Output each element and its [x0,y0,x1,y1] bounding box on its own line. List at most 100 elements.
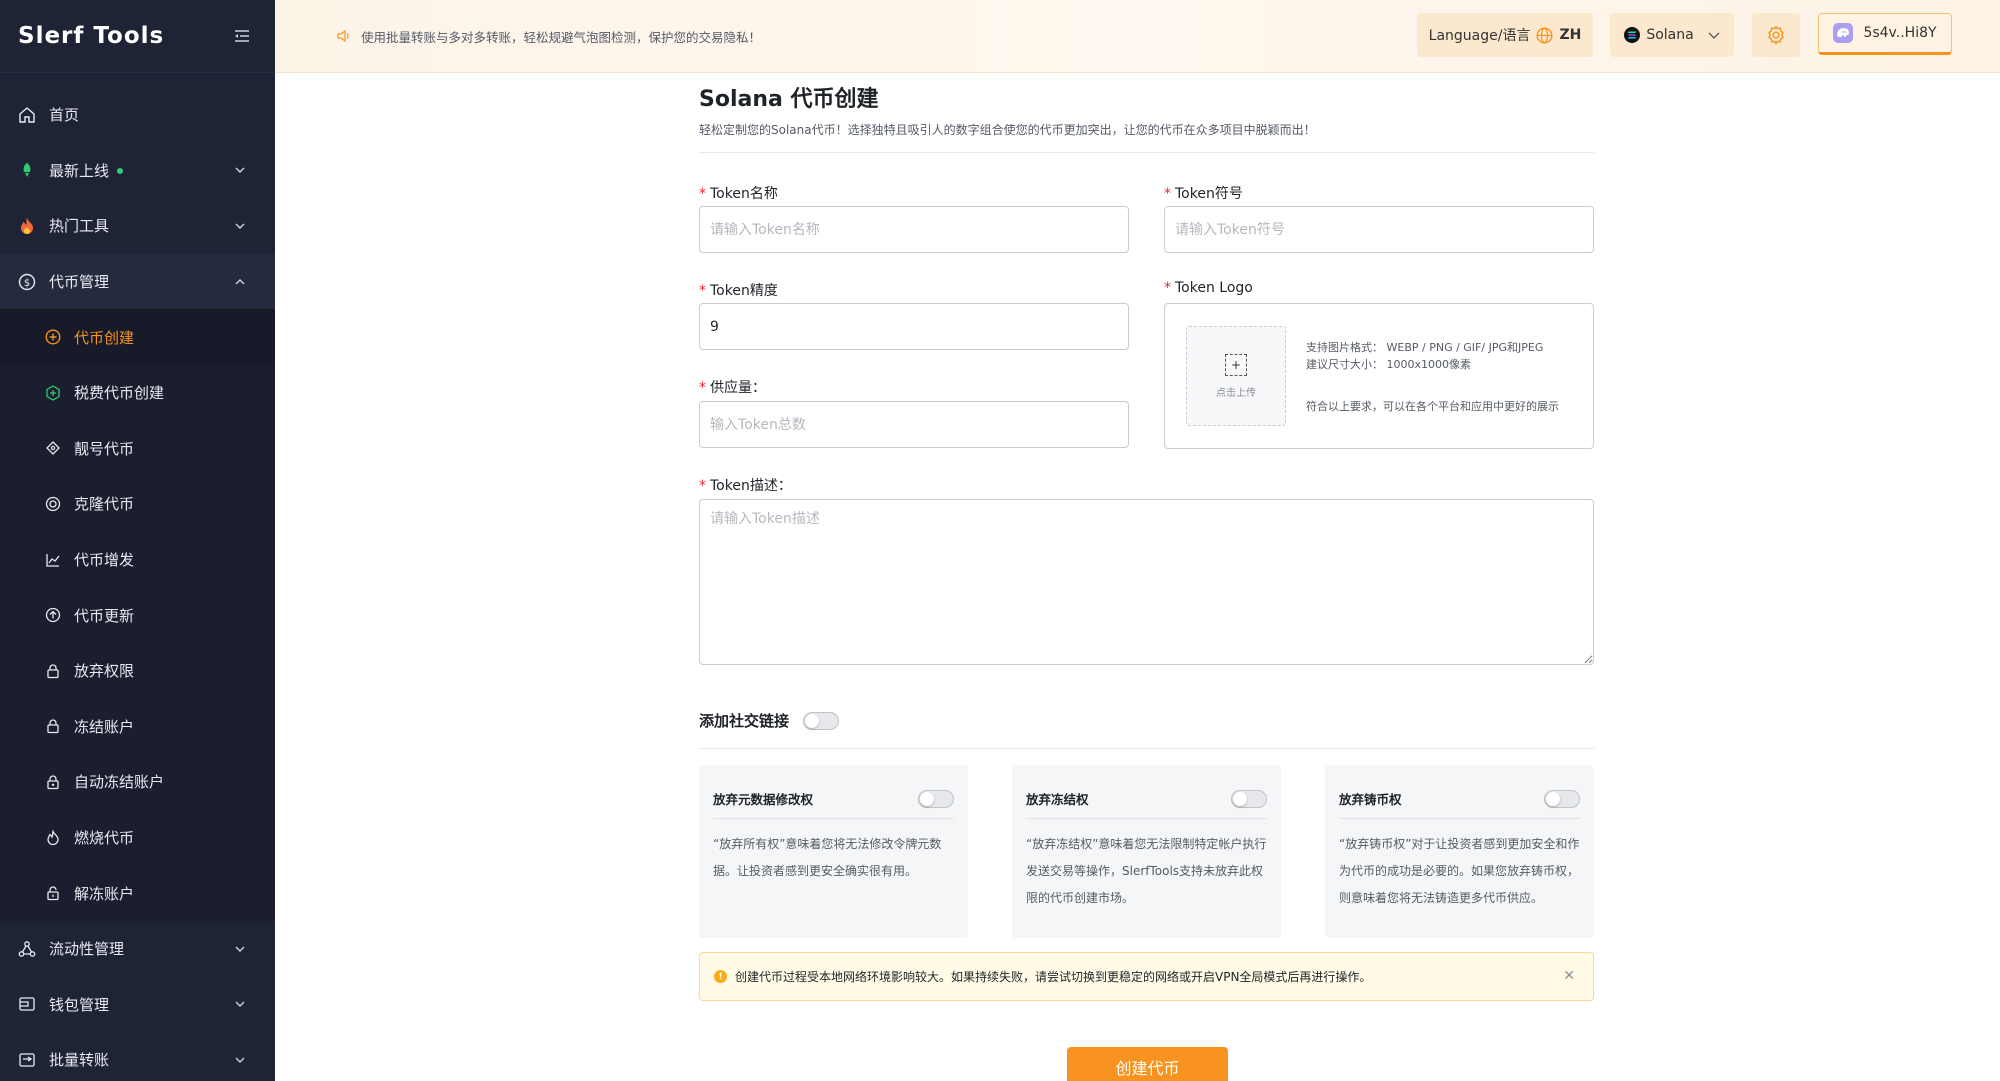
social-links-title: 添加社交链接 [699,712,790,730]
sidebar-item-tax-token-create[interactable]: 税费代币创建 [0,365,275,421]
required-mark: * [1164,186,1171,202]
sidebar-item-label: 放弃权限 [74,662,135,681]
toggle-knob [920,791,934,806]
revoke-metadata-toggle[interactable] [918,789,954,808]
chain-label: Solana [1646,27,1694,43]
social-links-toggle[interactable] [803,711,840,730]
chevron-down-icon [233,997,247,1011]
sidebar-nav: 首页 最新上线 热门工具 $ 代币管理 代币创建 税费代币创建 靓号代币 克隆代… [0,73,275,1081]
sidebar-item-label: 燃烧代币 [74,829,135,848]
chevron-down-icon [233,163,247,177]
card-description: “放弃所有权”意味着您将无法修改令牌元数据。让投资者感到更安全确实很有用。 [713,837,942,878]
wallet-address: 5s4v..Hi8Y [1863,25,1937,41]
wallet-button[interactable]: 5s4v..Hi8Y [1818,13,1952,55]
app-logo[interactable]: Slerf Tools [18,23,164,49]
card-header: 放弃铸币权 [1339,779,1580,819]
sidebar-item-token-update[interactable]: 代币更新 [0,587,275,643]
sidebar-item-auto-freeze-account[interactable]: 自动冻结账户 [0,754,275,810]
sidebar-item-batch-transfer[interactable]: 批量转账 [0,1032,275,1081]
sidebar-item-label: 克隆代币 [74,495,135,514]
card-header: 放弃冻结权 [1026,779,1267,819]
sidebar-item-label: 代币创建 [74,328,135,347]
home-icon [17,105,37,125]
token-symbol-input[interactable] [1164,206,1594,253]
toggle-knob [805,713,820,728]
sidebar-item-label: 冻结账户 [74,717,135,736]
revoke-mint-toggle[interactable] [1544,789,1580,808]
sidebar-item-label: 热门工具 [49,217,110,236]
sidebar-item-freeze-account[interactable]: 冻结账户 [0,699,275,755]
sidebar-item-vanity-token[interactable]: 靓号代币 [0,421,275,477]
card-title: 放弃元数据修改权 [713,792,814,807]
sidebar-item-wallet[interactable]: 钱包管理 [0,977,275,1033]
flame-icon [44,829,62,847]
token-name-input[interactable] [699,206,1129,253]
language-label: Language/语言 [1428,28,1531,44]
token-symbol-label: * Token符号 [1164,186,1243,202]
top-header: 使用批量转账与多对多转账，轻松规避气泡图检测，保护您的交易隐私！ Languag… [275,0,2000,73]
sidebar-item-token-management[interactable]: $ 代币管理 [0,253,275,310]
diamond-icon [44,439,62,457]
token-management-submenu: 代币创建 税费代币创建 靓号代币 克隆代币 代币增发 代币更新 放弃权限 冻结账… [0,309,275,921]
sidebar-item-clone-token[interactable]: 克隆代币 [0,476,275,532]
close-icon[interactable]: ✕ [1563,968,1575,984]
coin-icon: $ [17,272,37,292]
sidebar-item-revoke-authority[interactable]: 放弃权限 [0,643,275,699]
chevron-down-icon [233,219,247,233]
required-mark: * [699,380,706,396]
sidebar-item-new[interactable]: 最新上线 [0,143,275,199]
lock-icon [44,662,62,680]
token-decimals-label: * Token精度 [699,283,778,299]
settings-button[interactable] [1752,13,1800,57]
revoke-mint-card: 放弃铸币权 “放弃铸币权”对于让投资者感到更加安全和作为代币的成功是必要的。如果… [1325,765,1594,938]
card-header: 放弃元数据修改权 [713,779,954,819]
upload-label: 点击上传 [1216,387,1256,399]
toggle-knob [1546,791,1560,806]
sidebar-item-label: 流动性管理 [49,940,125,959]
revoke-metadata-card: 放弃元数据修改权 “放弃所有权”意味着您将无法修改令牌元数据。让投资者感到更安全… [699,765,968,938]
page-subtitle: 轻松定制您的Solana代币！选择独特且吸引人的数字组合使您的代币更加突出，让您… [699,121,1594,153]
alert-text: 创建代币过程受本地网络环境影响较大。如果持续失败，请尝试切换到更稳定的网络或开启… [735,970,1372,984]
sidebar-item-label: 代币管理 [49,273,110,292]
sidebar-item-unfreeze-account[interactable]: 解冻账户 [0,865,275,921]
sidebar-item-burn-token[interactable]: 燃烧代币 [0,810,275,866]
language-code: ZH [1559,27,1582,43]
notice-text: 使用批量转账与多对多转账，轻松规避气泡图检测，保护您的交易隐私！ [361,29,762,45]
token-description-input[interactable] [699,499,1594,665]
brand-bar: Slerf Tools [0,0,275,73]
sidebar-item-hot-tools[interactable]: 热门工具 [0,198,275,254]
token-decimals-input[interactable] [699,303,1129,350]
token-description-label: * Token描述： [699,478,792,494]
speaker-icon [337,30,351,42]
phantom-wallet-icon [1833,23,1854,43]
transfer-icon [17,1050,37,1070]
sidebar-item-token-create[interactable]: 代币创建 [0,309,275,365]
language-button[interactable]: Language/语言 ZH [1417,13,1593,57]
chart-up-icon [44,551,62,569]
token-supply-input[interactable] [699,401,1129,448]
lock-icon [44,717,62,735]
sidebar-item-home[interactable]: 首页 [0,87,275,143]
card-description: “放弃铸币权”对于让投资者感到更加安全和作为代币的成功是必要的。如果您放弃铸币权… [1339,837,1580,905]
sidebar-item-label: 钱包管理 [49,995,110,1014]
chain-select[interactable]: Solana [1610,13,1734,57]
sidebar-item-liquidity[interactable]: 流动性管理 [0,921,275,977]
required-mark: * [699,186,706,202]
card-title: 放弃冻结权 [1026,792,1089,807]
sidebar-item-label: 靓号代币 [74,439,135,458]
card-title: 放弃铸币权 [1339,792,1402,807]
sidebar-item-label: 自动冻结账户 [74,773,165,792]
warning-icon: ! [714,970,727,983]
menu-collapse-icon[interactable] [231,25,253,47]
gear-icon [1766,25,1786,45]
fire-icon [17,216,37,236]
revoke-freeze-toggle[interactable] [1231,789,1267,808]
toggle-knob [1233,791,1247,806]
sidebar-item-label: 解冻账户 [74,884,135,903]
card-description: “放弃冻结权”意味着您无法限制特定帐户执行发送交易等操作，SlerfTools支… [1026,837,1267,905]
logo-upload-button[interactable]: + 点击上传 [1186,326,1286,426]
create-token-button[interactable]: 创建代币 [1067,1047,1228,1081]
sidebar-item-label: 最新上线 [49,161,110,180]
sidebar-item-token-mint[interactable]: 代币增发 [0,532,275,588]
network-icon [17,939,37,959]
